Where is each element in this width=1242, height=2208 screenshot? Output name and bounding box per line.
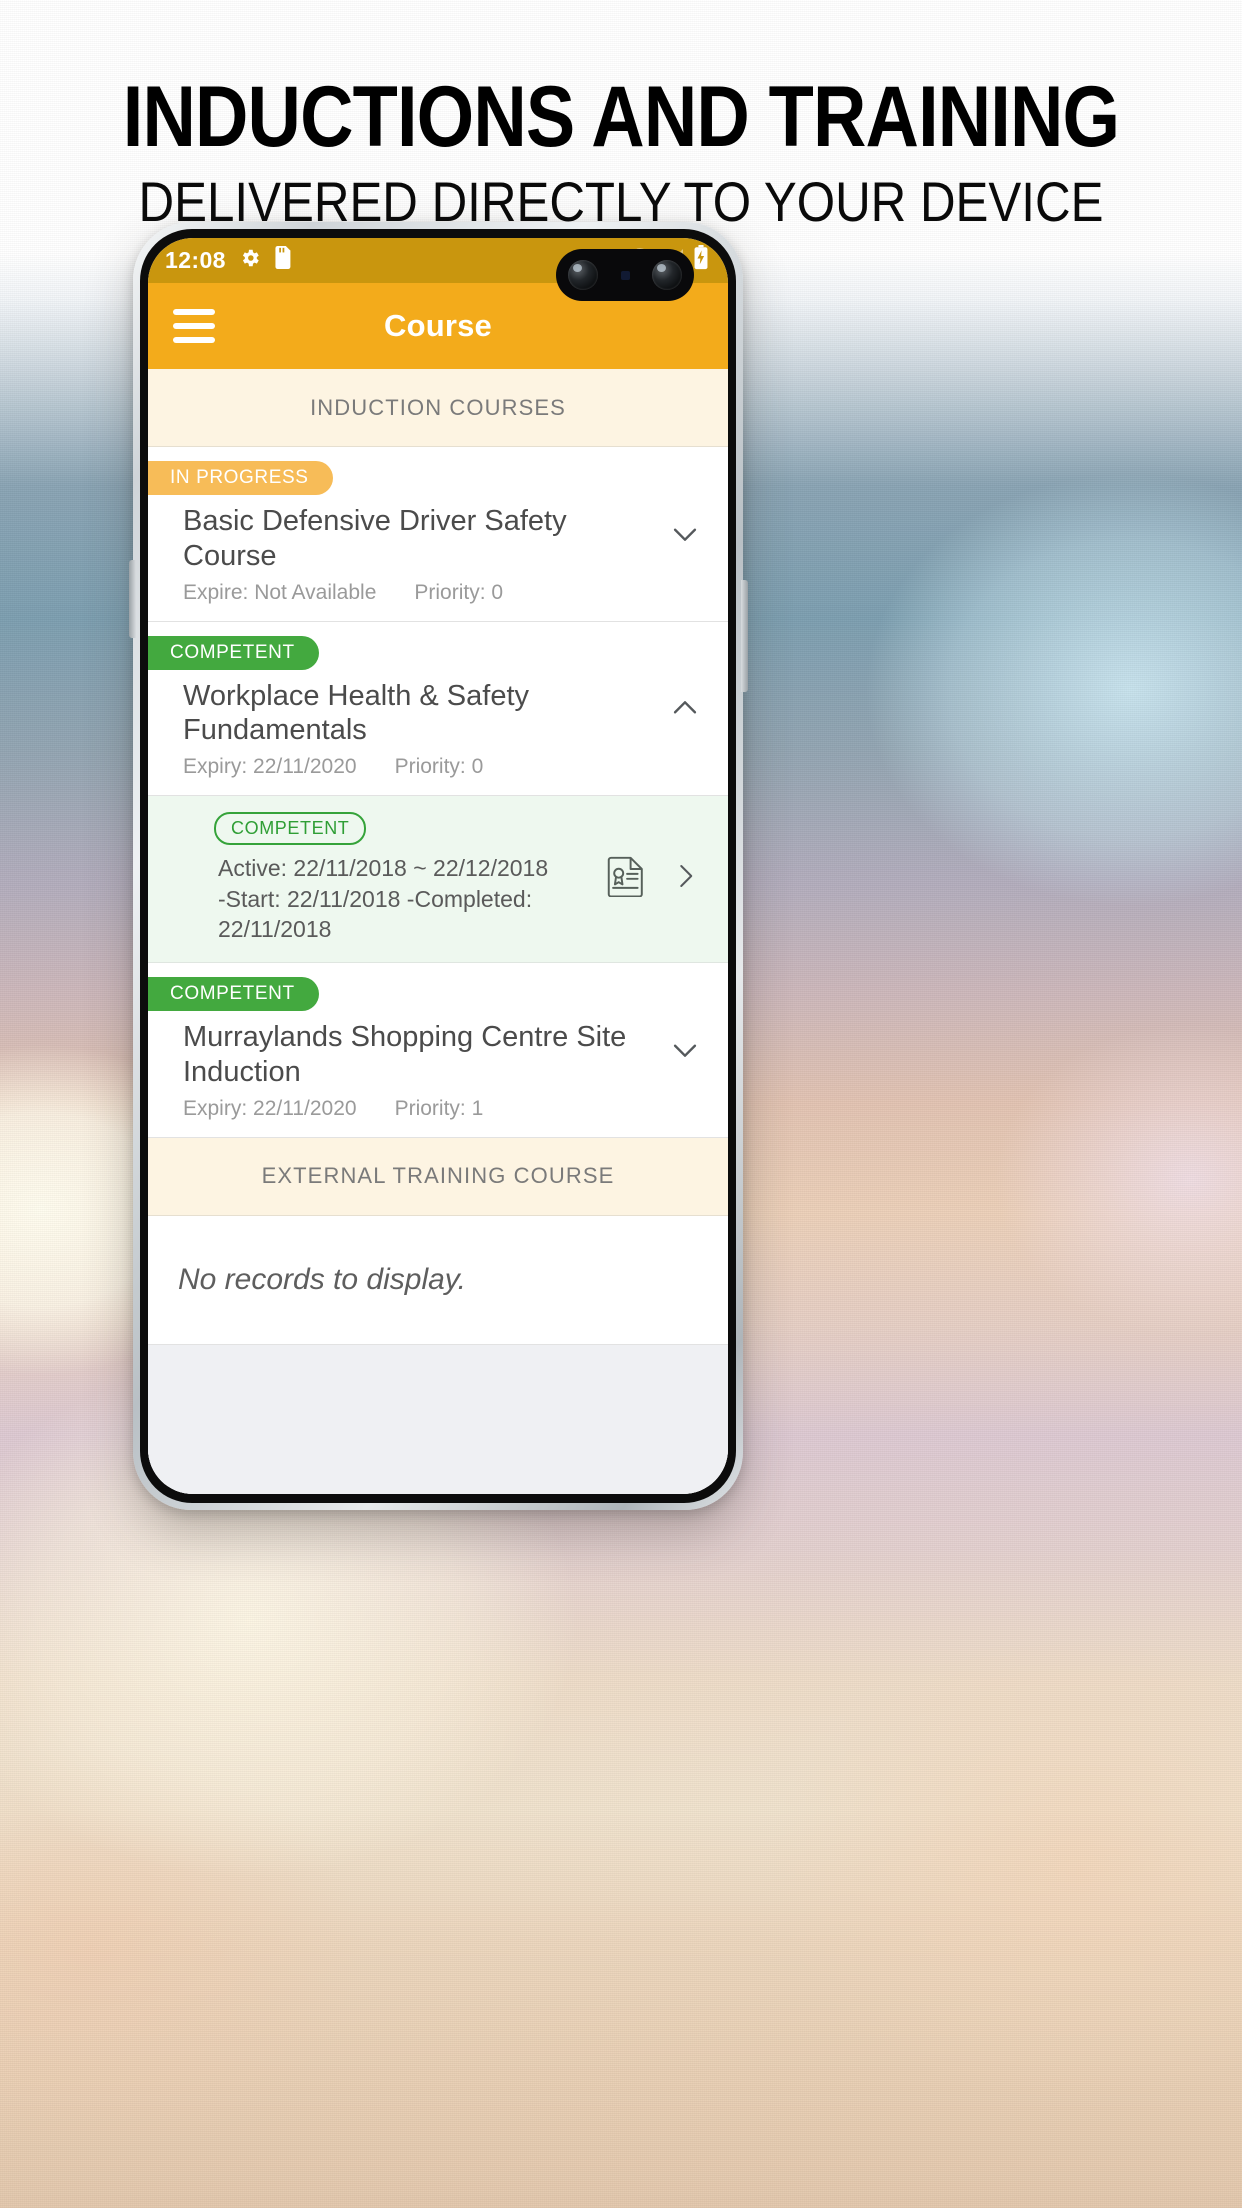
course-attempt-details: COMPETENT Active: 22/11/2018 ~ 22/12/201…	[148, 812, 606, 944]
course-attempt-row[interactable]: COMPETENT Active: 22/11/2018 ~ 22/12/201…	[148, 796, 728, 964]
course-row[interactable]: IN PROGRESS Basic Defensive Driver Safet…	[148, 447, 728, 622]
course-list: INDUCTION COURSES IN PROGRESS Basic Defe…	[148, 369, 728, 1494]
promo-headline: INDUCTIONS AND TRAINING	[122, 69, 1120, 165]
course-priority: Priority: 0	[414, 580, 504, 604]
course-row[interactable]: COMPETENT Workplace Health & Safety Fund…	[148, 621, 728, 797]
front-camera-lens-secondary-icon	[652, 260, 682, 290]
promo-subheadline: DELIVERED DIRECTLY TO YOUR DEVICE	[138, 170, 1104, 233]
chevron-up-icon[interactable]	[668, 691, 702, 725]
hamburger-bar-1	[173, 309, 215, 315]
section-header-induction-courses: INDUCTION COURSES	[148, 369, 728, 447]
camera-punch-hole	[556, 249, 694, 301]
phone-volume-button	[129, 560, 136, 638]
status-badge: IN PROGRESS	[148, 461, 333, 495]
course-priority: Priority: 0	[394, 755, 484, 779]
course-title: Basic Defensive Driver Safety Course	[183, 505, 567, 572]
empty-state-message: No records to display.	[148, 1215, 728, 1345]
attempt-start-complete-dates: -Start: 22/11/2018 -Completed: 22/11/201…	[218, 885, 533, 942]
phone-power-button	[741, 580, 748, 692]
list-empty-area	[148, 1344, 728, 1494]
phone-device-frame: 12:08 Course INDUCTION COURSES IN PROGRE…	[133, 222, 743, 1510]
status-badge: COMPETENT	[148, 635, 319, 670]
hamburger-bar-3	[173, 337, 215, 343]
course-row[interactable]: COMPETENT Murraylands Shopping Centre Si…	[148, 963, 728, 1138]
chevron-down-icon[interactable]	[668, 517, 702, 551]
camera-sensor-icon	[620, 270, 630, 280]
gear-icon	[239, 247, 261, 275]
front-camera-lens-icon	[568, 260, 598, 290]
sd-card-icon	[274, 246, 293, 275]
course-attempt-actions	[606, 855, 728, 902]
hamburger-menu-icon[interactable]	[173, 309, 215, 343]
status-bar-left: 12:08	[165, 246, 293, 275]
course-meta: Expiry: 22/11/2020 Priority: 1	[148, 1097, 728, 1121]
course-title: Workplace Health & Safety Fundamentals	[183, 679, 530, 747]
status-bar-clock: 12:08	[165, 247, 226, 273]
chevron-down-icon[interactable]	[668, 1033, 702, 1067]
course-expiry: Expiry: 22/11/2020	[183, 1096, 357, 1120]
course-expiry: Expire: Not Available	[183, 580, 377, 604]
battery-charging-icon	[693, 245, 709, 276]
phone-bezel: 12:08 Course INDUCTION COURSES IN PROGRE…	[140, 229, 736, 1503]
hamburger-bar-2	[173, 323, 215, 329]
course-meta: Expiry: 22/11/2020 Priority: 0	[148, 755, 728, 779]
course-priority: Priority: 1	[394, 1096, 484, 1120]
status-badge: COMPETENT	[148, 977, 319, 1012]
certificate-document-icon[interactable]	[606, 855, 644, 902]
phone-screen: 12:08 Course INDUCTION COURSES IN PROGRE…	[148, 238, 728, 1494]
chevron-right-icon[interactable]	[670, 859, 700, 898]
course-meta: Expire: Not Available Priority: 0	[148, 581, 728, 605]
attempt-active-dates: Active: 22/11/2018 ~ 22/12/2018	[218, 855, 549, 882]
course-title: Murraylands Shopping Centre Site Inducti…	[183, 1021, 627, 1089]
course-expiry: Expiry: 22/11/2020	[183, 755, 357, 779]
app-bar-title: Course	[383, 308, 492, 343]
attempt-status-badge: COMPETENT	[214, 812, 367, 846]
section-header-external-training-course: EXTERNAL TRAINING COURSE	[148, 1137, 728, 1216]
promo-text-block: INDUCTIONS AND TRAINING DELIVERED DIRECT…	[0, 0, 1242, 230]
